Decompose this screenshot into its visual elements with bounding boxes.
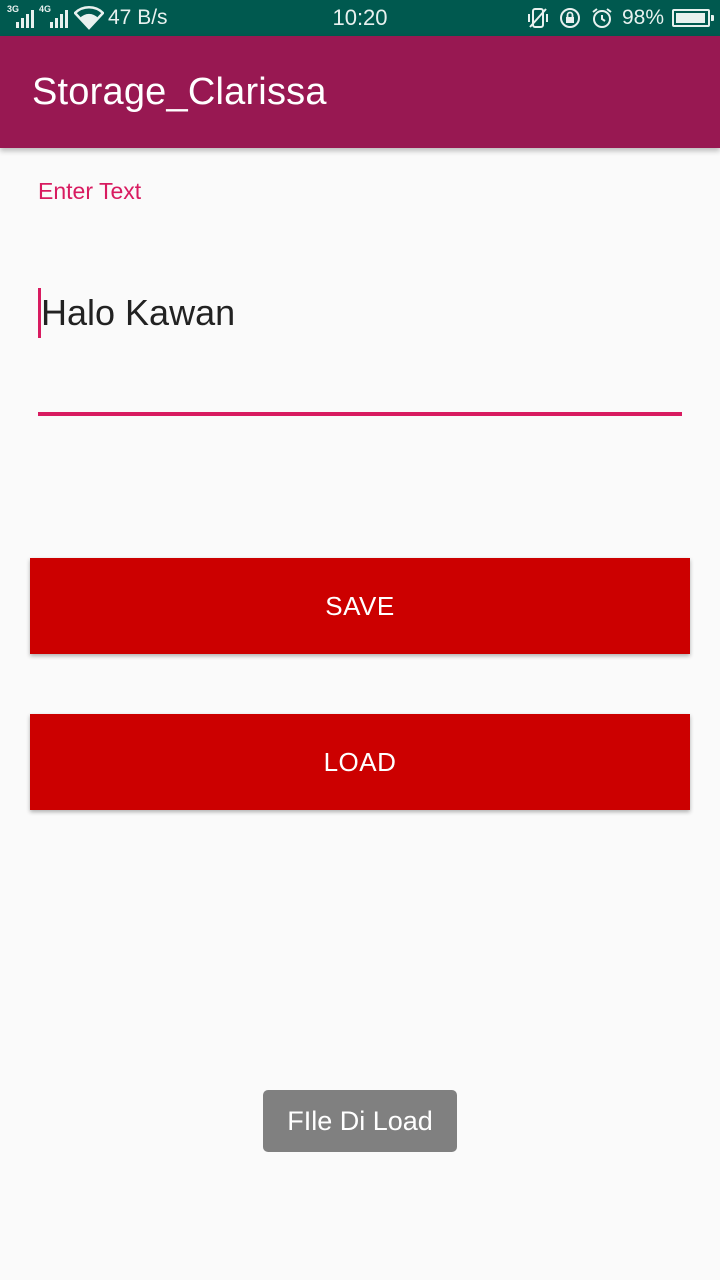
text-input-value: Halo Kawan [41, 292, 236, 333]
alarm-icon [592, 8, 612, 28]
app-title: Storage_Clarissa [32, 70, 327, 113]
toast-text: FIle Di Load [287, 1105, 433, 1136]
status-time: 10:20 [332, 5, 388, 30]
rotation-lock-icon [559, 8, 580, 28]
load-button[interactable]: LOAD [30, 714, 690, 810]
app-bar: Storage_Clarissa [0, 36, 720, 148]
battery-fill [676, 13, 706, 23]
status-bar: 3G 4G 47 B/s 10:20 98% [0, 0, 720, 36]
battery-icon [672, 9, 714, 27]
text-input-underline [38, 412, 682, 416]
status-right-group: 98% [526, 0, 714, 36]
screen: 3G 4G 47 B/s 10:20 98% Storage_Clarissa … [0, 0, 720, 1280]
text-input[interactable]: Halo Kawan [38, 288, 235, 338]
save-button[interactable]: SAVE [30, 558, 690, 654]
battery-percent: 98% [621, 6, 664, 29]
text-field-label: Enter Text [38, 178, 142, 204]
vibrate-icon [527, 8, 548, 28]
toast-message: FIle Di Load [263, 1090, 457, 1152]
